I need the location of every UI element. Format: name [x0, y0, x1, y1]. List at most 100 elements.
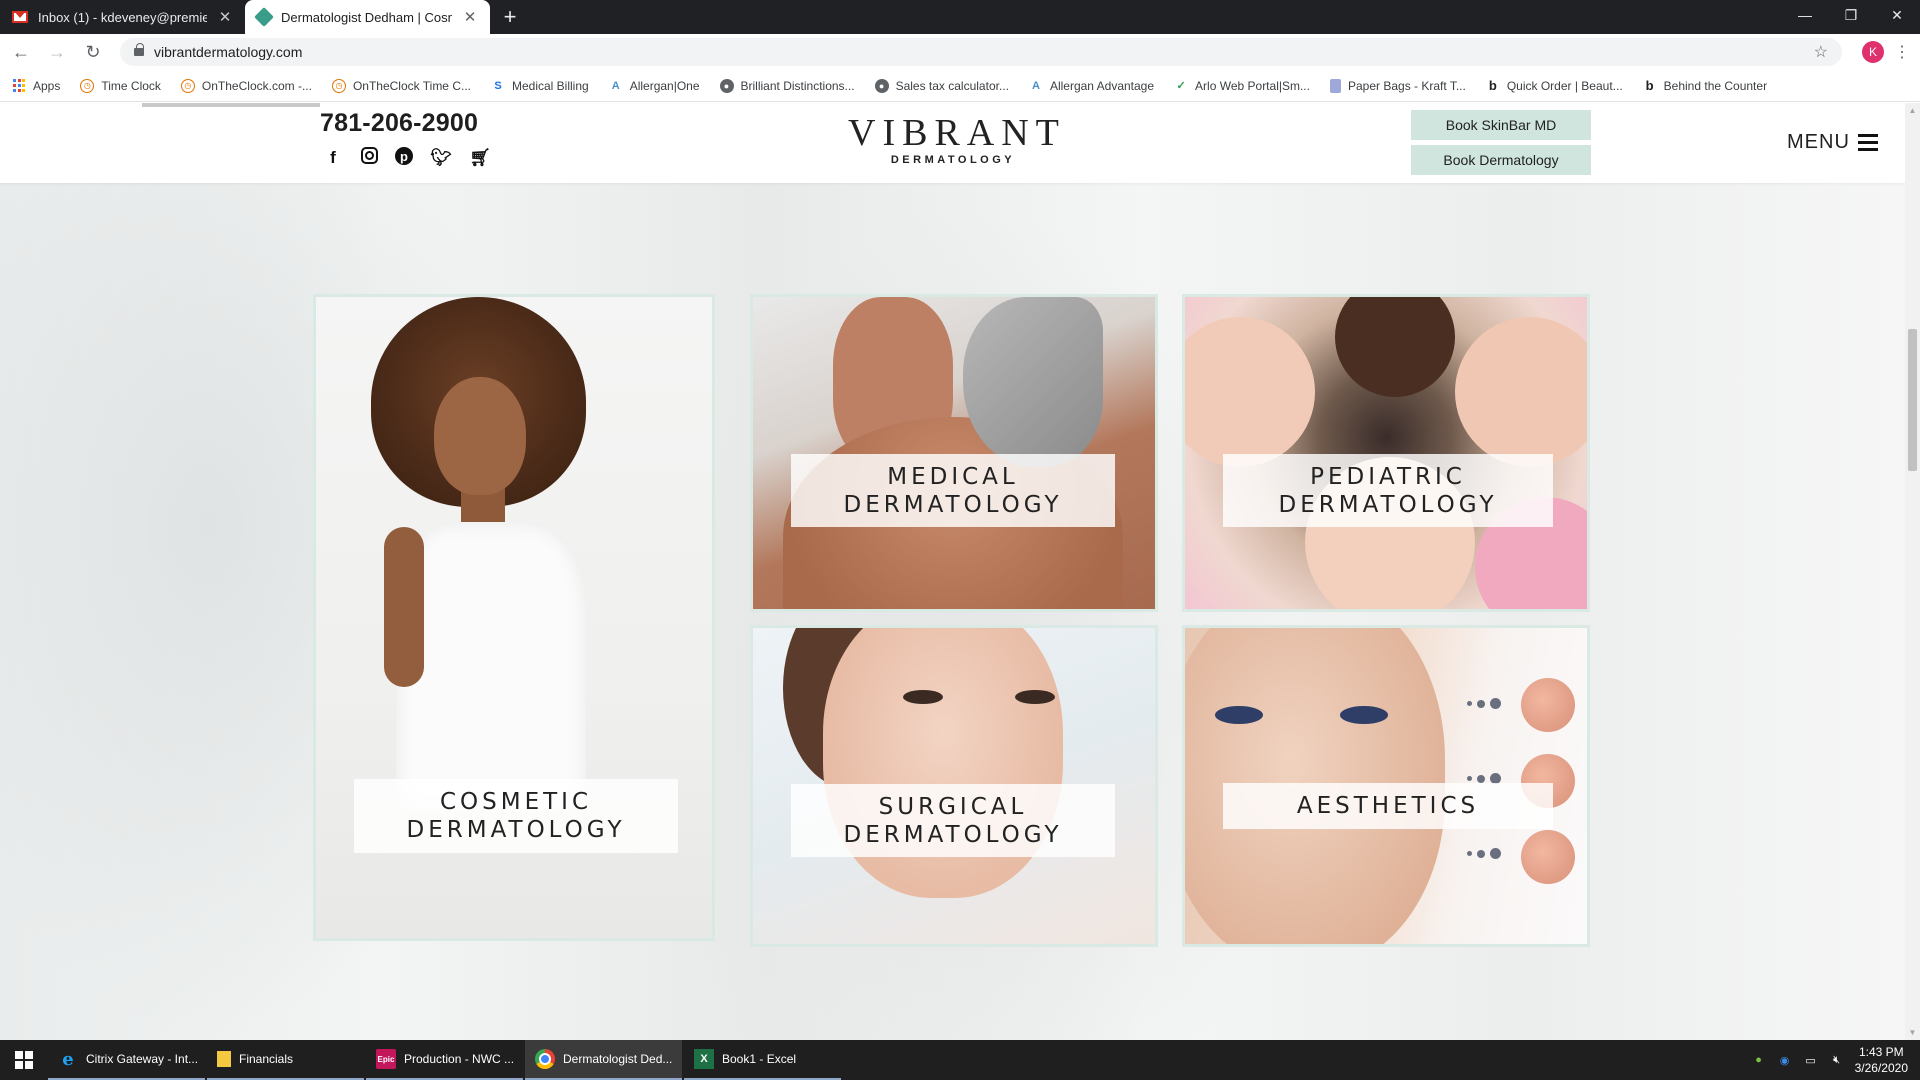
- back-icon[interactable]: ←: [6, 42, 36, 63]
- bookmark-behind-counter[interactable]: b Behind the Counter: [1643, 78, 1767, 93]
- bookmark-apps[interactable]: Apps: [12, 79, 60, 93]
- allergan-icon: A: [1031, 79, 1040, 92]
- card-cosmetic-dermatology[interactable]: COSMETIC DERMATOLOGY: [313, 294, 715, 941]
- bookmark-allergan-advantage[interactable]: A Allergan Advantage: [1029, 79, 1154, 93]
- book-dermatology-button[interactable]: Book Dermatology: [1411, 145, 1591, 175]
- card-pediatric-dermatology[interactable]: PEDIATRIC DERMATOLOGY: [1182, 294, 1590, 612]
- globe-icon: ●: [874, 78, 889, 93]
- tray-network-app-icon[interactable]: ◉: [1777, 1052, 1793, 1068]
- card-label: MEDICAL DERMATOLOGY: [791, 454, 1115, 527]
- tab-title: Inbox (1) - kdeveney@premierde: [38, 9, 207, 25]
- card-surgical-dermatology[interactable]: SURGICAL DERMATOLOGY: [750, 625, 1158, 947]
- card-title-line1: AESTHETICS: [1296, 793, 1480, 819]
- reload-icon[interactable]: ↻: [78, 42, 108, 63]
- card-label: AESTHETICS: [1223, 783, 1553, 829]
- taskbar-item-production[interactable]: Epic Production - NWC ...: [366, 1040, 523, 1080]
- bookmark-label: Sales tax calculator...: [895, 78, 1009, 93]
- forward-icon[interactable]: →: [42, 42, 72, 63]
- bookmark-allergan-one[interactable]: A Allergan|One: [609, 79, 700, 93]
- tab-dermatologist[interactable]: Dermatologist Dedham | Cosmet ✕: [245, 0, 490, 34]
- billing-icon: S: [494, 79, 502, 92]
- twitter-icon[interactable]: 🐦︎: [430, 147, 452, 169]
- bookmark-ontheclock-time[interactable]: ◷ OnTheClock Time C...: [331, 78, 471, 93]
- card-label: COSMETIC DERMATOLOGY: [354, 779, 678, 853]
- bookmark-label: Allergan Advantage: [1049, 78, 1155, 93]
- bookmark-star-icon[interactable]: ☆: [1814, 42, 1828, 62]
- bookmark-sales-tax[interactable]: ● Sales tax calculator...: [874, 78, 1009, 93]
- close-window-button[interactable]: ✕: [1874, 0, 1920, 30]
- vibrant-favicon: [254, 7, 274, 27]
- clock-icon: ◷: [180, 78, 195, 93]
- logo-wordmark: VIBRANT: [848, 112, 1066, 154]
- clock-date: 3/26/2020: [1854, 1061, 1908, 1075]
- start-button[interactable]: [0, 1040, 48, 1080]
- bookmark-quick-order[interactable]: b Quick Order | Beaut...: [1486, 78, 1623, 93]
- medical-photo: [753, 297, 1155, 609]
- social-links: f p 🐦︎ 🛒︎: [322, 147, 491, 169]
- bookmark-paper-bags[interactable]: Paper Bags - Kraft T...: [1329, 78, 1466, 93]
- phone-number[interactable]: 781-206-2900: [320, 109, 478, 138]
- bookmark-medical-billing[interactable]: S Medical Billing: [491, 78, 589, 93]
- address-bar[interactable]: vibrantdermatology.com ☆: [120, 38, 1842, 66]
- tray-app-icon[interactable]: ●: [1751, 1052, 1767, 1068]
- new-tab-button[interactable]: +: [490, 0, 530, 34]
- restore-button[interactable]: ❐: [1828, 0, 1874, 30]
- facebook-icon[interactable]: f: [322, 147, 344, 169]
- clock-time: 1:43 PM: [1858, 1045, 1904, 1059]
- close-icon[interactable]: ✕: [217, 8, 233, 26]
- bookmark-label: Brilliant Distinctions...: [740, 78, 855, 93]
- close-icon[interactable]: ✕: [462, 8, 478, 26]
- taskbar-item-excel[interactable]: X Book1 - Excel: [684, 1040, 841, 1080]
- windows-icon: [15, 1051, 33, 1069]
- network-icon[interactable]: ▭: [1803, 1052, 1819, 1068]
- pinterest-icon[interactable]: p: [395, 147, 413, 165]
- menu-button[interactable]: MENU: [1787, 131, 1878, 154]
- taskbar-item-citrix[interactable]: e Citrix Gateway - Int...: [48, 1040, 205, 1080]
- chrome-icon: [535, 1049, 555, 1069]
- card-title-line1: PEDIATRIC: [1310, 463, 1466, 490]
- bookmark-label: Apps: [33, 78, 61, 93]
- b-icon: b: [1645, 78, 1654, 93]
- instagram-icon[interactable]: [361, 147, 378, 164]
- card-title-line2: DERMATOLOGY: [843, 491, 1063, 518]
- card-medical-dermatology[interactable]: MEDICAL DERMATOLOGY: [750, 294, 1158, 612]
- card-aesthetics[interactable]: AESTHETICS: [1182, 625, 1590, 947]
- tab-inbox[interactable]: Inbox (1) - kdeveney@premierde ✕: [0, 0, 245, 34]
- bookmark-brilliant-distinctions[interactable]: ● Brilliant Distinctions...: [719, 78, 855, 93]
- logo-tagline: DERMATOLOGY: [890, 154, 1016, 166]
- scroll-up-icon[interactable]: ▲: [1905, 103, 1920, 118]
- card-title-line2: DERMATOLOGY: [843, 821, 1063, 848]
- bookmark-label: OnTheClock.com -...: [201, 78, 312, 93]
- ie-icon: e: [62, 1048, 74, 1070]
- cart-icon[interactable]: 🛒︎: [469, 147, 491, 169]
- more-menu-icon[interactable]: ⋮: [1890, 42, 1914, 62]
- taskbar-item-chrome[interactable]: Dermatologist Ded...: [525, 1040, 682, 1080]
- taskbar-item-financials[interactable]: Financials: [207, 1040, 364, 1080]
- scroll-down-icon[interactable]: ▼: [1905, 1025, 1920, 1040]
- globe-icon: ●: [719, 78, 734, 93]
- site-logo[interactable]: VIBRANT DERMATOLOGY: [848, 112, 1066, 166]
- system-clock[interactable]: 1:43 PM 3/26/2020: [1855, 1044, 1908, 1076]
- bookmark-label: Paper Bags - Kraft T...: [1347, 78, 1466, 93]
- bookmark-arlo[interactable]: ✓ Arlo Web Portal|Sm...: [1174, 79, 1310, 93]
- bookmark-label: Medical Billing: [511, 78, 589, 93]
- minimize-button[interactable]: —: [1782, 0, 1828, 30]
- profile-avatar[interactable]: K: [1862, 41, 1884, 63]
- taskbar-label: Financials: [239, 1052, 294, 1066]
- bookmark-ontheclock[interactable]: ◷ OnTheClock.com -...: [180, 78, 312, 93]
- card-title-line1: SURGICAL: [878, 793, 1028, 820]
- browser-tab-strip: Inbox (1) - kdeveney@premierde ✕ Dermato…: [0, 0, 1920, 34]
- book-skinbar-button[interactable]: Book SkinBar MD: [1411, 110, 1591, 140]
- excel-icon: X: [694, 1049, 714, 1069]
- page-scrollbar[interactable]: ▲ ▼: [1905, 103, 1920, 1040]
- bookmark-label: Quick Order | Beaut...: [1506, 78, 1623, 93]
- bookmark-time-clock[interactable]: ◷ Time Clock: [80, 78, 161, 93]
- taskbar-label: Production - NWC ...: [404, 1052, 515, 1066]
- taskbar-label: Citrix Gateway - Int...: [86, 1052, 199, 1066]
- volume-muted-icon[interactable]: 🔇︎: [1829, 1052, 1845, 1068]
- window-controls: — ❐ ✕: [1782, 0, 1920, 30]
- card-label: SURGICAL DERMATOLOGY: [791, 784, 1115, 857]
- scrollbar-thumb[interactable]: [1908, 329, 1917, 471]
- allergan-icon: A: [611, 79, 620, 92]
- card-title-line1: COSMETIC: [439, 789, 593, 815]
